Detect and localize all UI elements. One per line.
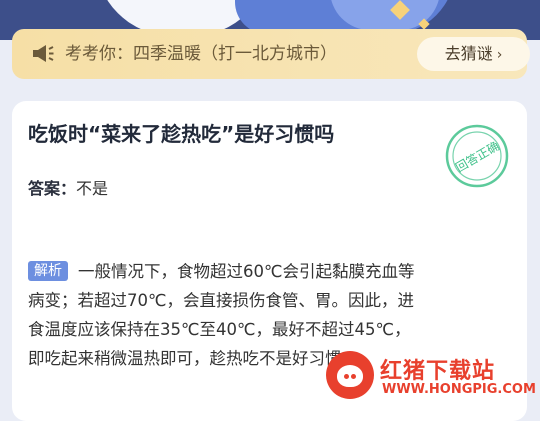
chevron-right-icon: ›: [496, 47, 503, 63]
answer-row: 答案：不是: [28, 177, 108, 201]
guess-riddle-button[interactable]: 去猜谜 ›: [417, 37, 530, 71]
answer-label: 答案：: [28, 179, 77, 198]
question-title: 吃饭时“菜来了趁热吃”是好习惯吗: [28, 122, 335, 146]
guess-riddle-label: 去猜谜: [444, 44, 493, 63]
explanation-tag: 解析: [28, 261, 68, 281]
megaphone-icon: [33, 45, 54, 62]
watermark-url: WWW.HONGPIG.COM: [382, 382, 536, 397]
explanation-line: 病变；若超过70℃，会直接损伤食管、胃。因此，进: [28, 291, 415, 310]
explanation-line: 解析 一般情况下，食物超过60℃会引起黏膜充血等: [28, 257, 516, 286]
site-watermark: 红猪下载站 WWW.HONGPIG.COM: [322, 349, 540, 403]
riddle-text: 考考你：四季温暖（打一北方城市）: [65, 44, 337, 64]
answer-value: 不是: [76, 179, 109, 198]
pig-logo-icon: [326, 351, 374, 399]
watermark-title: 红猪下载站: [380, 359, 496, 384]
correct-answer-stamp: 回答正确: [445, 124, 509, 188]
riddle-banner: 考考你：四季温暖（打一北方城市） 去猜谜 ›: [12, 29, 530, 79]
stamp-text: 回答正确: [453, 138, 502, 175]
explanation-line: 食温度应该保持在35℃至40℃，最好不超过45℃，: [28, 320, 411, 339]
